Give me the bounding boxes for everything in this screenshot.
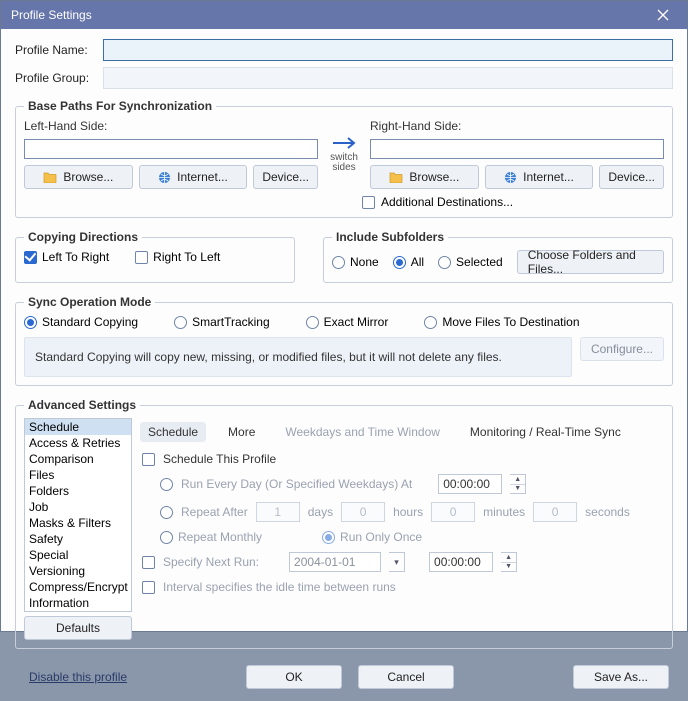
right-device-button[interactable]: Device...: [599, 165, 664, 189]
include-subfolders-group: Include Subfolders None All Selected Cho…: [323, 230, 673, 283]
profile-name-input[interactable]: [103, 39, 673, 61]
next-time-input[interactable]: [429, 552, 493, 572]
time-spinner[interactable]: ▲▼: [510, 474, 526, 494]
right-side-label: Right-Hand Side:: [370, 119, 664, 133]
switch-sides-label[interactable]: switchsides: [330, 153, 358, 173]
tab-schedule[interactable]: Schedule: [140, 422, 206, 442]
adv-item-info[interactable]: Information: [25, 595, 131, 611]
run-every-radio[interactable]: [160, 478, 173, 491]
base-paths-legend: Base Paths For Synchronization: [24, 99, 216, 113]
adv-item-compress[interactable]: Compress/Encrypt: [25, 579, 131, 595]
profile-group-label: Profile Group:: [15, 71, 99, 85]
include-all-radio[interactable]: All: [393, 255, 424, 269]
adv-item-schedule[interactable]: Schedule: [25, 419, 131, 435]
sync-description: Standard Copying will copy new, missing,…: [24, 337, 572, 377]
sync-standard-radio[interactable]: Standard Copying: [24, 315, 138, 329]
adv-item-masks[interactable]: Masks & Filters: [25, 515, 131, 531]
copying-legend: Copying Directions: [24, 230, 142, 244]
sync-mode-group: Sync Operation Mode Standard Copying Sma…: [15, 295, 673, 386]
base-paths-group: Base Paths For Synchronization Left-Hand…: [15, 99, 673, 218]
run-every-time[interactable]: [438, 474, 502, 494]
configure-button[interactable]: Configure...: [580, 337, 664, 361]
folder-icon: [389, 171, 403, 183]
folder-icon: [43, 171, 57, 183]
left-side-label: Left-Hand Side:: [24, 119, 318, 133]
tab-monitoring[interactable]: Monitoring / Real-Time Sync: [462, 422, 629, 442]
adv-item-folders[interactable]: Folders: [25, 483, 131, 499]
globe-icon: [504, 171, 517, 184]
right-path-input[interactable]: [370, 139, 664, 159]
adv-item-access[interactable]: Access & Retries: [25, 435, 131, 451]
sync-legend: Sync Operation Mode: [24, 295, 155, 309]
defaults-button[interactable]: Defaults: [24, 616, 132, 640]
date-dropdown[interactable]: ▾: [389, 552, 405, 572]
days-input[interactable]: [256, 502, 300, 522]
include-none-radio[interactable]: None: [332, 255, 379, 269]
schedule-profile-label: Schedule This Profile: [163, 452, 276, 466]
sync-smart-radio[interactable]: SmartTracking: [174, 315, 270, 329]
next-time-spinner[interactable]: ▲▼: [501, 552, 517, 572]
profile-name-label: Profile Name:: [15, 43, 99, 57]
adv-item-comparison[interactable]: Comparison: [25, 451, 131, 467]
advanced-settings-group: Advanced Settings Schedule Access & Retr…: [15, 398, 673, 649]
run-once-radio[interactable]: [322, 531, 335, 544]
include-selected-radio[interactable]: Selected: [438, 255, 503, 269]
idle-checkbox[interactable]: [142, 581, 155, 594]
repeat-monthly-radio[interactable]: [160, 531, 173, 544]
left-browse-button[interactable]: Browse...: [24, 165, 133, 189]
choose-folders-button[interactable]: Choose Folders and Files...: [517, 250, 664, 274]
adv-item-safety[interactable]: Safety: [25, 531, 131, 547]
profile-settings-window: Profile Settings Profile Name: Profile G…: [0, 0, 688, 632]
copying-directions-group: Copying Directions Left To Right Right T…: [15, 230, 295, 283]
specify-next-checkbox[interactable]: [142, 556, 155, 569]
titlebar: Profile Settings: [1, 1, 687, 29]
seconds-input[interactable]: [533, 502, 577, 522]
window-title: Profile Settings: [11, 8, 92, 22]
minutes-input[interactable]: [431, 502, 475, 522]
repeat-after-radio[interactable]: [160, 506, 173, 519]
left-device-button[interactable]: Device...: [253, 165, 318, 189]
globe-icon: [158, 171, 171, 184]
profile-group-input[interactable]: [103, 67, 673, 89]
additional-dest-label: Additional Destinations...: [381, 195, 513, 209]
hours-input[interactable]: [341, 502, 385, 522]
ltr-checkbox[interactable]: Left To Right: [24, 250, 109, 264]
cancel-button[interactable]: Cancel: [358, 665, 454, 689]
sync-exact-radio[interactable]: Exact Mirror: [306, 315, 389, 329]
advanced-list[interactable]: Schedule Access & Retries Comparison Fil…: [24, 418, 132, 612]
close-icon: [657, 9, 669, 21]
left-path-input[interactable]: [24, 139, 318, 159]
tab-more[interactable]: More: [220, 422, 263, 442]
tab-weekdays[interactable]: Weekdays and Time Window: [277, 422, 448, 442]
sync-move-radio[interactable]: Move Files To Destination: [424, 315, 579, 329]
next-date-input[interactable]: [289, 552, 381, 572]
adv-item-versioning[interactable]: Versioning: [25, 563, 131, 579]
left-internet-button[interactable]: Internet...: [139, 165, 248, 189]
rtl-checkbox[interactable]: Right To Left: [135, 250, 220, 264]
include-legend: Include Subfolders: [332, 230, 448, 244]
adv-item-files[interactable]: Files: [25, 467, 131, 483]
advanced-legend: Advanced Settings: [24, 398, 140, 412]
schedule-profile-checkbox[interactable]: [142, 453, 155, 466]
adv-item-special[interactable]: Special: [25, 547, 131, 563]
adv-item-job[interactable]: Job: [25, 499, 131, 515]
right-internet-button[interactable]: Internet...: [485, 165, 594, 189]
disable-profile-link[interactable]: Disable this profile: [29, 670, 127, 684]
close-button[interactable]: [649, 1, 677, 29]
ok-button[interactable]: OK: [246, 665, 342, 689]
additional-dest-checkbox[interactable]: [362, 196, 375, 209]
switch-arrow-icon[interactable]: [331, 135, 357, 151]
save-as-button[interactable]: Save As...: [573, 665, 669, 689]
right-browse-button[interactable]: Browse...: [370, 165, 479, 189]
